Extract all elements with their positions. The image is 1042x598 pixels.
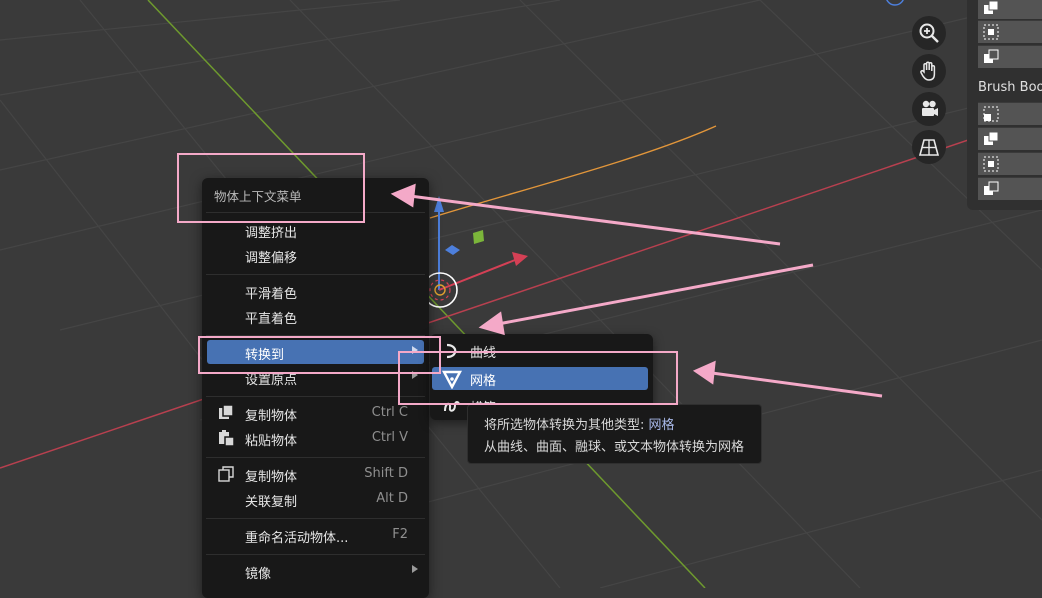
boolean-difference-icon: [984, 181, 999, 195]
boolean-union-icon: [984, 131, 999, 145]
duplicate-icon: [218, 466, 234, 482]
menu-divider: [206, 274, 425, 275]
menu-item-copy-objects[interactable]: 复制物体 Ctrl C: [207, 401, 424, 425]
viewport-top-indicator: [886, 0, 904, 6]
boolean-intersect-icon: [983, 106, 999, 122]
tooltip: 将所选物体转换为其他类型: 网格 从曲线、曲面、融球、或文本物体转换为网格: [467, 404, 762, 464]
pan-button[interactable]: [912, 54, 946, 88]
boolean-tool-row[interactable]: [978, 20, 1042, 43]
transform-gizmo[interactable]: [422, 196, 528, 308]
boolean-intersect-icon: [983, 24, 999, 40]
menu-item-duplicate-objects[interactable]: 复制物体 Shift D: [207, 462, 424, 486]
annotation-box-mesh: [398, 351, 678, 405]
tool-side-panel: Brush Boo: [967, 0, 1042, 210]
annotation-box-menu-title: [177, 153, 365, 223]
brush-boolean-row[interactable]: [978, 127, 1042, 150]
camera-view-button[interactable]: [912, 92, 946, 126]
menu-item-shade-flat[interactable]: 平直着色: [207, 304, 424, 328]
boolean-tool-row[interactable]: [978, 45, 1042, 68]
tooltip-description: 将所选物体转换为其他类型: 网格: [484, 418, 675, 433]
menu-divider: [206, 457, 425, 458]
boolean-intersect-icon: [983, 156, 999, 172]
boolean-difference-icon: [984, 49, 999, 63]
perspective-toggle-button[interactable]: [912, 130, 946, 164]
camera-icon: [922, 100, 938, 116]
menu-divider: [206, 554, 425, 555]
zoom-icon: [919, 23, 939, 43]
tooltip-detail: 从曲线、曲面、融球、或文本物体转换为网格: [484, 440, 745, 455]
brush-boolean-row[interactable]: [978, 102, 1042, 125]
tooltip-target-type: 网格: [648, 418, 675, 433]
brush-boolean-row[interactable]: [978, 177, 1042, 200]
menu-item-paste-objects[interactable]: 粘贴物体 Ctrl V: [207, 426, 424, 450]
boolean-union-icon: [984, 0, 999, 14]
boolean-tool-row[interactable]: [978, 0, 1042, 19]
paste-icon: [219, 430, 235, 447]
menu-item-adjust-offset[interactable]: 调整偏移: [207, 243, 424, 267]
perspective-grid-icon: [918, 139, 940, 156]
menu-item-shade-smooth[interactable]: 平滑着色: [207, 279, 424, 303]
3d-viewport[interactable]: [0, 0, 1042, 588]
menu-item-duplicate-linked[interactable]: 关联复制 Alt D: [207, 487, 424, 511]
zoom-button[interactable]: [912, 16, 946, 50]
menu-item-rename-active[interactable]: 重命名活动物体... F2: [207, 523, 424, 547]
menu-item-mirror[interactable]: 镜像: [207, 559, 424, 583]
copy-icon: [219, 404, 234, 419]
submenu-arrow-icon: [412, 565, 418, 573]
object-context-menu: 物体上下文菜单 调整挤出 调整偏移 平滑着色 平直着色 转换到 设置原点 复制物…: [202, 178, 429, 598]
viewport-grid: [0, 0, 1042, 588]
pan-hand-icon: [920, 61, 936, 81]
brush-boolean-row[interactable]: [978, 152, 1042, 175]
panel-section-label: Brush Boo: [978, 80, 1042, 95]
menu-divider: [206, 518, 425, 519]
menu-divider: [206, 396, 425, 397]
